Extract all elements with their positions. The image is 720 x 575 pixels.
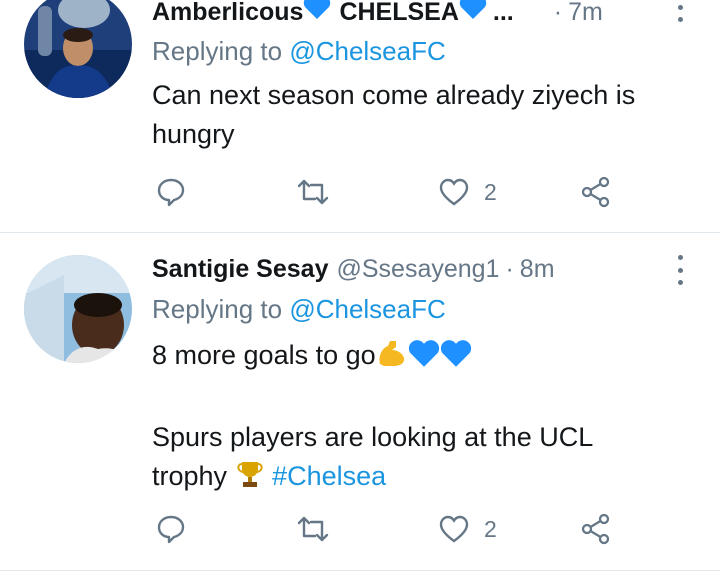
- reply-button[interactable]: [156, 172, 186, 212]
- timestamp[interactable]: 8m: [520, 255, 555, 284]
- reply-button[interactable]: [156, 509, 186, 549]
- tweet-text-line-3: trophy: [152, 461, 228, 491]
- share-icon: [581, 513, 610, 545]
- mention-link[interactable]: @ChelseaFC: [289, 36, 445, 66]
- like-count: 2: [484, 515, 497, 542]
- blue-heart-emoji: [440, 338, 472, 379]
- tweet-text-line: 8 more goals to go: [152, 336, 692, 379]
- display-name[interactable]: Amberlicous: [152, 0, 303, 27]
- replying-to-label: Replying to: [152, 294, 283, 324]
- share-button[interactable]: [580, 172, 612, 212]
- hashtag-link[interactable]: #Chelsea: [272, 461, 386, 491]
- avatar[interactable]: [24, 255, 132, 363]
- like-button[interactable]: 2: [438, 509, 497, 549]
- replying-to: Replying to @ChelseaFC: [152, 294, 446, 325]
- separator-dot: ·: [505, 255, 514, 283]
- replying-to: Replying to @ChelseaFC: [152, 36, 446, 67]
- tweet-text-line-2: Spurs players are looking at the UCL: [152, 422, 594, 452]
- flexed-biceps-emoji: [376, 338, 408, 379]
- like-button[interactable]: 2: [438, 172, 497, 212]
- tweet-header: Santigie Sesay @Ssesayeng1 · 8m: [152, 255, 555, 284]
- blue-heart-emoji: [303, 0, 331, 27]
- mention-link[interactable]: @ChelseaFC: [289, 294, 445, 324]
- share-icon: [581, 176, 610, 208]
- heart-outline-icon: [439, 515, 469, 543]
- replying-to-label: Replying to: [152, 36, 283, 66]
- tweet-text-line-1: 8 more goals to go: [152, 340, 376, 370]
- more-options-icon[interactable]: [670, 0, 690, 22]
- retweet-button[interactable]: [296, 509, 330, 549]
- tweet-2[interactable]: Santigie Sesay @Ssesayeng1 · 8m Replying…: [0, 233, 720, 575]
- tweet-1[interactable]: Amberlicous CHELSEA ... · 7m Replying to…: [0, 0, 720, 230]
- reply-bubble-icon: [157, 178, 185, 207]
- share-button[interactable]: [580, 509, 612, 549]
- display-name[interactable]: Santigie Sesay: [152, 255, 328, 284]
- tweet-actions: 2: [152, 509, 632, 549]
- tweet-text: 8 more goals to go Spurs players are loo…: [152, 336, 692, 500]
- retweet-button[interactable]: [296, 172, 330, 212]
- tweet-text-line: trophy #Chelsea: [152, 457, 692, 500]
- heart-outline-icon: [439, 178, 469, 206]
- trophy-emoji: [235, 459, 265, 500]
- avatar[interactable]: [24, 0, 132, 98]
- reply-bubble-icon: [157, 515, 185, 544]
- blue-heart-emoji: [408, 338, 440, 379]
- tweet-divider: [0, 570, 720, 571]
- like-count: 2: [484, 178, 497, 205]
- more-options-icon[interactable]: [670, 255, 690, 285]
- timestamp[interactable]: 7m: [568, 0, 603, 27]
- tweet-text: Can next season come already ziyech is h…: [152, 80, 636, 149]
- retweet-icon: [297, 516, 329, 542]
- tweet-header: Amberlicous CHELSEA ... · 7m: [152, 0, 603, 27]
- tweet-actions: 2: [152, 172, 632, 212]
- separator-dot: ·: [553, 0, 563, 26]
- name-truncation: ...: [492, 0, 514, 26]
- retweet-icon: [297, 179, 329, 205]
- blue-heart-emoji: [459, 0, 487, 27]
- display-name-suffix[interactable]: CHELSEA: [339, 0, 458, 27]
- user-handle[interactable]: @Ssesayeng1: [336, 255, 499, 284]
